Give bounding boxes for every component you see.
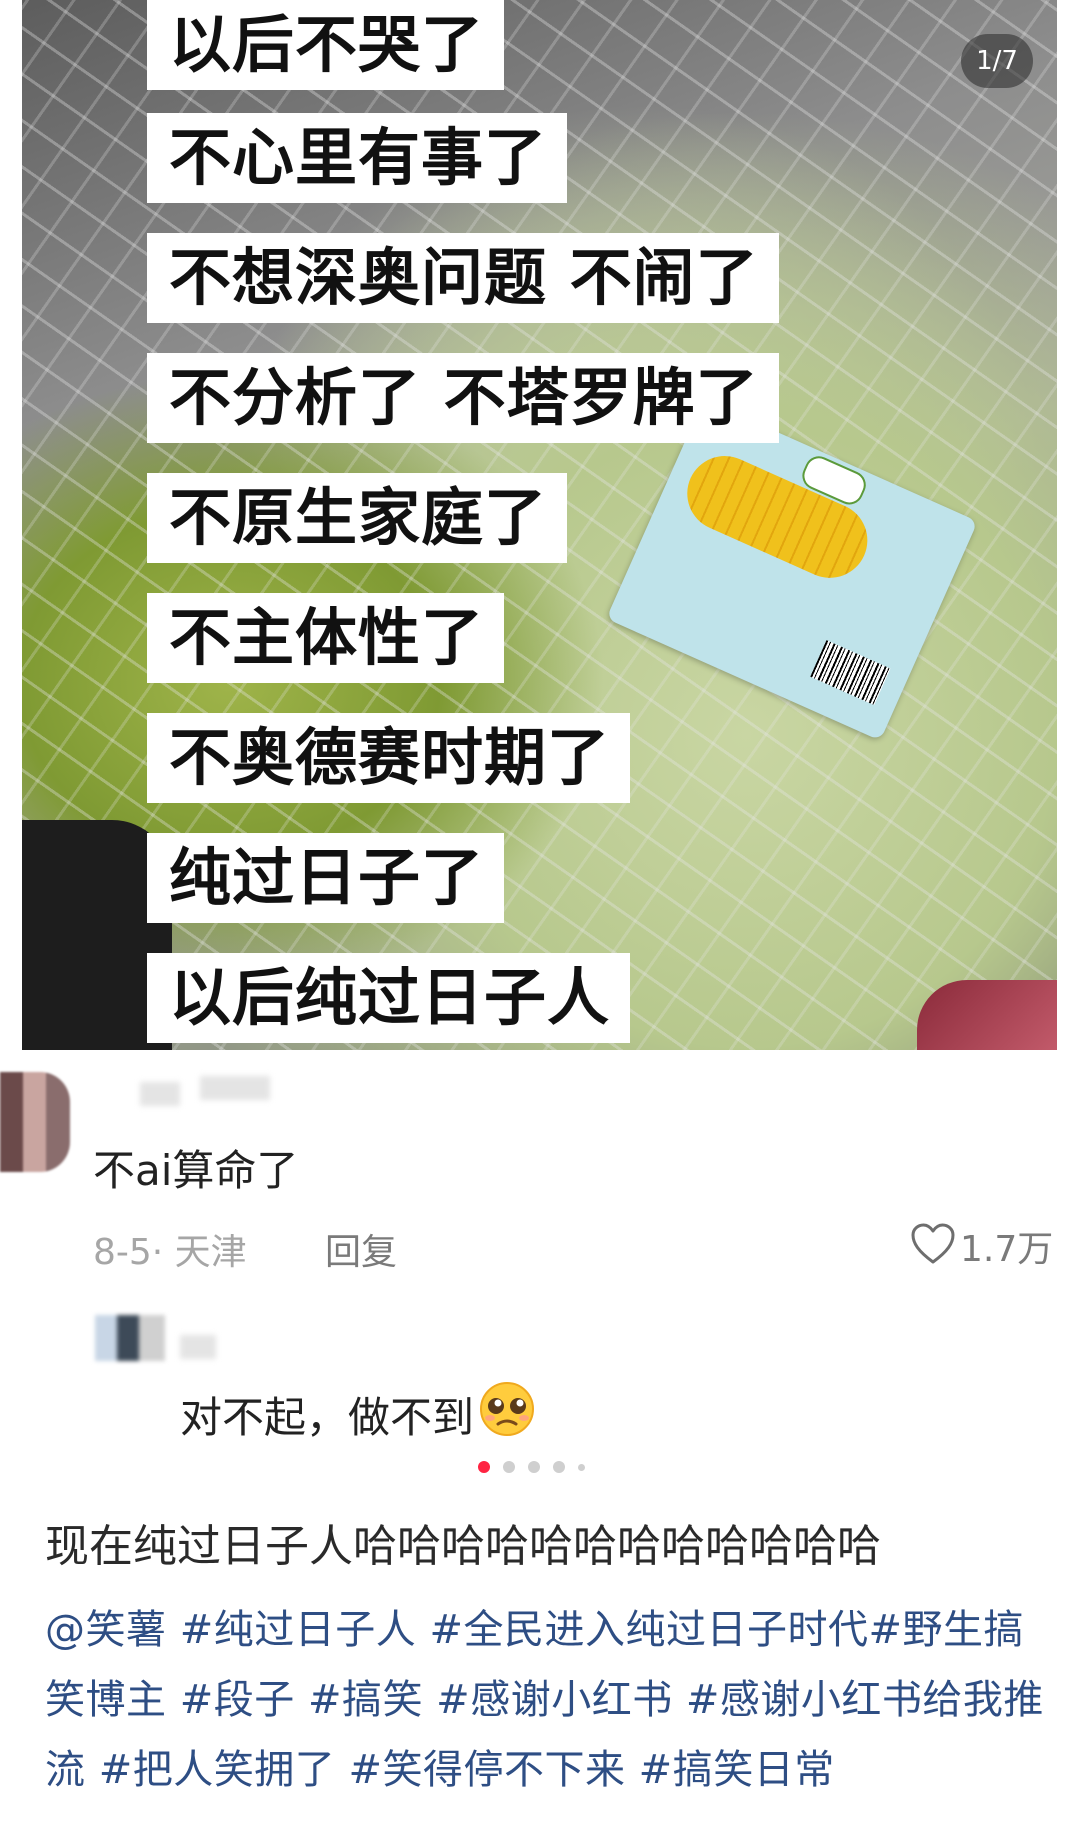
overlay-line: 以后不哭了 (147, 0, 505, 90)
comment-text: 不ai算命了 (93, 1146, 299, 1195)
post-image[interactable]: 以后不哭了 不心里有事了 不想深奥问题 不闹了 不分析了 不塔罗牌了 不原生家庭… (22, 0, 1057, 1050)
post-tags[interactable]: @笑薯 #纯过日子人 #全民进入纯过日子时代#野生搞笑博主 #段子 #搞笑 #感… (45, 1595, 1055, 1805)
carousel-dot[interactable] (578, 1463, 585, 1471)
overlay-line: 不心里有事了 (147, 113, 568, 203)
overlay-line: 不想深奥问题 不闹了 (147, 233, 779, 323)
overlay-line: 以后纯过日子人 (147, 953, 631, 1043)
heart-outline-icon (910, 1223, 956, 1269)
overlay-line: 不原生家庭了 (147, 473, 568, 563)
carousel-dot[interactable] (528, 1461, 540, 1473)
carousel-dot[interactable] (503, 1461, 515, 1473)
avatar[interactable] (95, 1315, 165, 1361)
avatar[interactable] (0, 1072, 70, 1172)
overlay-line: 不奥德赛时期了 (147, 713, 631, 803)
reply-comment: 对不起，做不到 (180, 1380, 536, 1448)
carousel-dot-active[interactable] (478, 1461, 490, 1473)
pleading-face-emoji-icon (478, 1380, 536, 1448)
post-title: 现在纯过日子人哈哈哈哈哈哈哈哈哈哈哈哈 (45, 1521, 881, 1572)
carousel-indicator (478, 1461, 585, 1473)
comment-text: 对不起，做不到 (180, 1392, 475, 1442)
reply-button[interactable]: 回复 (325, 1223, 397, 1275)
comment-meta: 8-5· 天津 (93, 1232, 247, 1273)
like-button[interactable]: 1.7万 (910, 1220, 1053, 1272)
overlay-line: 纯过日子了 (147, 833, 505, 923)
username-blurred[interactable] (180, 1335, 216, 1359)
carousel-dot[interactable] (553, 1461, 565, 1473)
like-count: 1.7万 (960, 1229, 1054, 1270)
barcode-graphic (810, 640, 891, 706)
image-meat-package (917, 980, 1057, 1050)
corn-cob-graphic (675, 444, 880, 590)
image-counter: 1/7 (961, 34, 1033, 88)
username-blurred[interactable] (200, 1076, 270, 1100)
username-blurred[interactable] (140, 1082, 180, 1106)
overlay-line: 不分析了 不塔罗牌了 (147, 353, 779, 443)
overlay-line: 不主体性了 (147, 593, 505, 683)
